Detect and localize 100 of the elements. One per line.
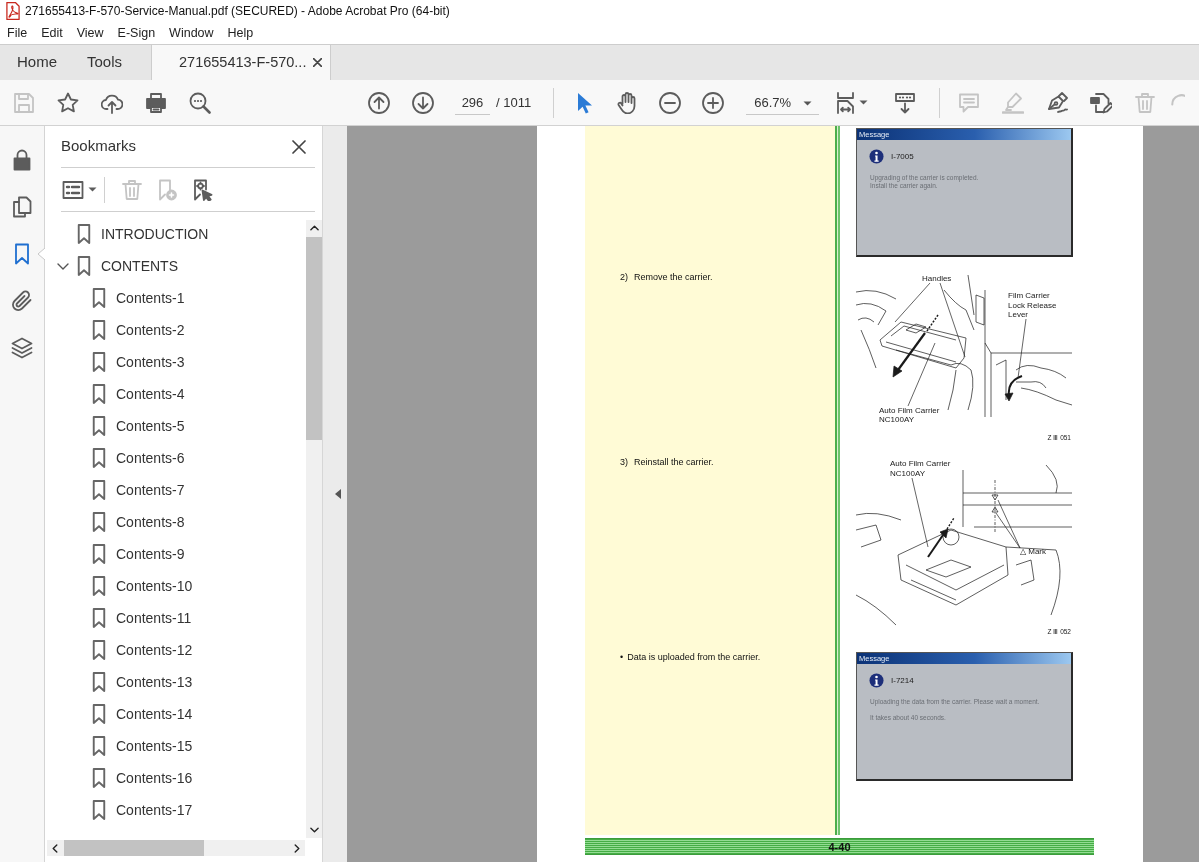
step-text: Reinstall the carrier. (634, 457, 714, 468)
figure-label: Auto Film Carrier NC100AY (879, 406, 940, 424)
bookmark-icon (77, 256, 91, 276)
menu-item[interactable]: E-Sign (110, 24, 163, 42)
bookmark-icon (92, 800, 106, 820)
page-fit-icon (834, 91, 857, 114)
bookmark-icon (92, 576, 106, 596)
bookmark-item[interactable]: Contents-13 (45, 666, 306, 698)
info-icon (869, 672, 884, 688)
bookmark-icon (92, 480, 106, 500)
bookmark-item[interactable]: Contents-11 (45, 602, 306, 634)
highlighter-icon (1002, 91, 1025, 114)
bookmark-item[interactable]: Contents-1 (45, 282, 306, 314)
scrollbar-thumb[interactable] (64, 840, 204, 856)
menu-item[interactable]: Window (162, 24, 221, 42)
bookmark-item[interactable]: Contents-16 (45, 762, 306, 794)
zoom-field[interactable]: 66.7% (746, 90, 820, 115)
menu-item[interactable]: Edit (34, 24, 70, 42)
layers-icon (11, 337, 33, 359)
paperclip-icon (11, 290, 33, 312)
list-icon (61, 178, 84, 201)
bookmark-icon (92, 448, 106, 468)
step-text: Remove the carrier. (634, 272, 713, 283)
bookmark-item[interactable]: Contents-3 (45, 346, 306, 378)
scrollbar-thumb[interactable] (306, 237, 322, 440)
bookmark-item[interactable]: INTRODUCTION (45, 218, 306, 250)
bookmark-item[interactable]: Contents-7 (45, 474, 306, 506)
bookmark-icon (92, 704, 106, 724)
figure-label: Film Carrier Lock Release Lever (1008, 291, 1057, 319)
bookmark-item[interactable]: Contents-5 (45, 410, 306, 442)
leader-line (997, 499, 1021, 549)
menu-item[interactable]: View (69, 24, 111, 42)
bookmark-plus-icon (156, 178, 178, 201)
pen-nib-icon (1046, 91, 1069, 114)
vertical-scrollbar[interactable] (306, 220, 322, 838)
bookmark-item[interactable]: Contents-14 (45, 698, 306, 730)
leader-line (1017, 318, 1027, 379)
menu-item[interactable]: Help (220, 24, 261, 42)
bookmark-item[interactable]: CONTENTS (45, 250, 306, 282)
bookmark-icon (92, 672, 106, 692)
trash-icon (1134, 91, 1157, 114)
bookmark-icon (92, 320, 106, 340)
bookmark-item[interactable]: Contents-2 (45, 314, 306, 346)
arrow-down-circle-icon (412, 91, 434, 114)
bookmark-icon (92, 544, 106, 564)
bookmark-item[interactable]: Contents-9 (45, 538, 306, 570)
nav-tab[interactable]: Home (2, 45, 72, 80)
bookmark-icon (92, 768, 106, 788)
scroll-left-icon[interactable] (52, 843, 58, 853)
pages-icon (11, 196, 33, 218)
bookmark-icon (92, 640, 106, 660)
close-panel-button[interactable] (292, 139, 306, 154)
figure-label: Handles (922, 274, 952, 283)
pdf-file-icon (6, 2, 20, 20)
lock-icon (11, 149, 33, 171)
close-icon[interactable] (313, 58, 323, 67)
info-icon (869, 148, 884, 164)
bookmark-icon (92, 512, 106, 532)
horizontal-scrollbar[interactable] (47, 840, 305, 856)
bookmark-item[interactable]: Contents-12 (45, 634, 306, 666)
bookmark-icon (77, 224, 91, 244)
scroll-down-icon[interactable] (309, 827, 319, 833)
leader-line (995, 512, 1021, 549)
printer-icon (145, 91, 167, 114)
scroll-right-icon[interactable] (294, 843, 300, 853)
collapse-panel-icon[interactable] (335, 489, 341, 499)
close-icon (292, 139, 306, 154)
leader-line (907, 342, 936, 407)
panel-title: Bookmarks (61, 136, 137, 157)
bookmark-icon (92, 736, 106, 756)
scroll-up-icon[interactable] (309, 225, 319, 231)
document-tab[interactable]: 271655413-F-570... (151, 45, 332, 80)
leader-line (911, 477, 929, 548)
bookmark-icon (92, 352, 106, 372)
leader-line (894, 282, 931, 323)
step-marker: 3) (620, 457, 628, 468)
bookmark-cursor-icon (191, 178, 213, 201)
page-number-field[interactable]: 296 (455, 90, 490, 115)
window-title: 271655413-F-570-Service-Manual.pdf (SECURED) - Adobe Acrobat Pro (64-bit) (25, 3, 450, 20)
bookmark-item[interactable]: Contents-10 (45, 570, 306, 602)
speech-bubble-icon (958, 91, 981, 114)
dropdown-caret-icon (87, 187, 97, 192)
page-footer-number: 4-40 (828, 840, 851, 853)
trash-icon (121, 178, 143, 201)
page-count: / 1011 (496, 93, 532, 112)
bookmark-icon (92, 288, 106, 308)
menu-item[interactable]: File (0, 24, 35, 42)
chevron-icon[interactable] (57, 262, 69, 270)
bookmark-item[interactable]: Contents-4 (45, 378, 306, 410)
step-marker: • (620, 652, 624, 663)
bookmark-item[interactable]: Contents-17 (45, 794, 306, 826)
bookmark-item[interactable]: Contents-8 (45, 506, 306, 538)
figure-label: Auto Film Carrier NC100AY (890, 459, 951, 478)
arrow-up-circle-icon (368, 91, 390, 114)
page-pencil-icon (1090, 91, 1113, 114)
nav-tab[interactable]: Tools (72, 45, 138, 80)
bookmark-item[interactable]: Contents-6 (45, 442, 306, 474)
plus-circle-icon (702, 91, 725, 114)
bookmark-item[interactable]: Contents-15 (45, 730, 306, 762)
bookmark-icon (92, 608, 106, 628)
